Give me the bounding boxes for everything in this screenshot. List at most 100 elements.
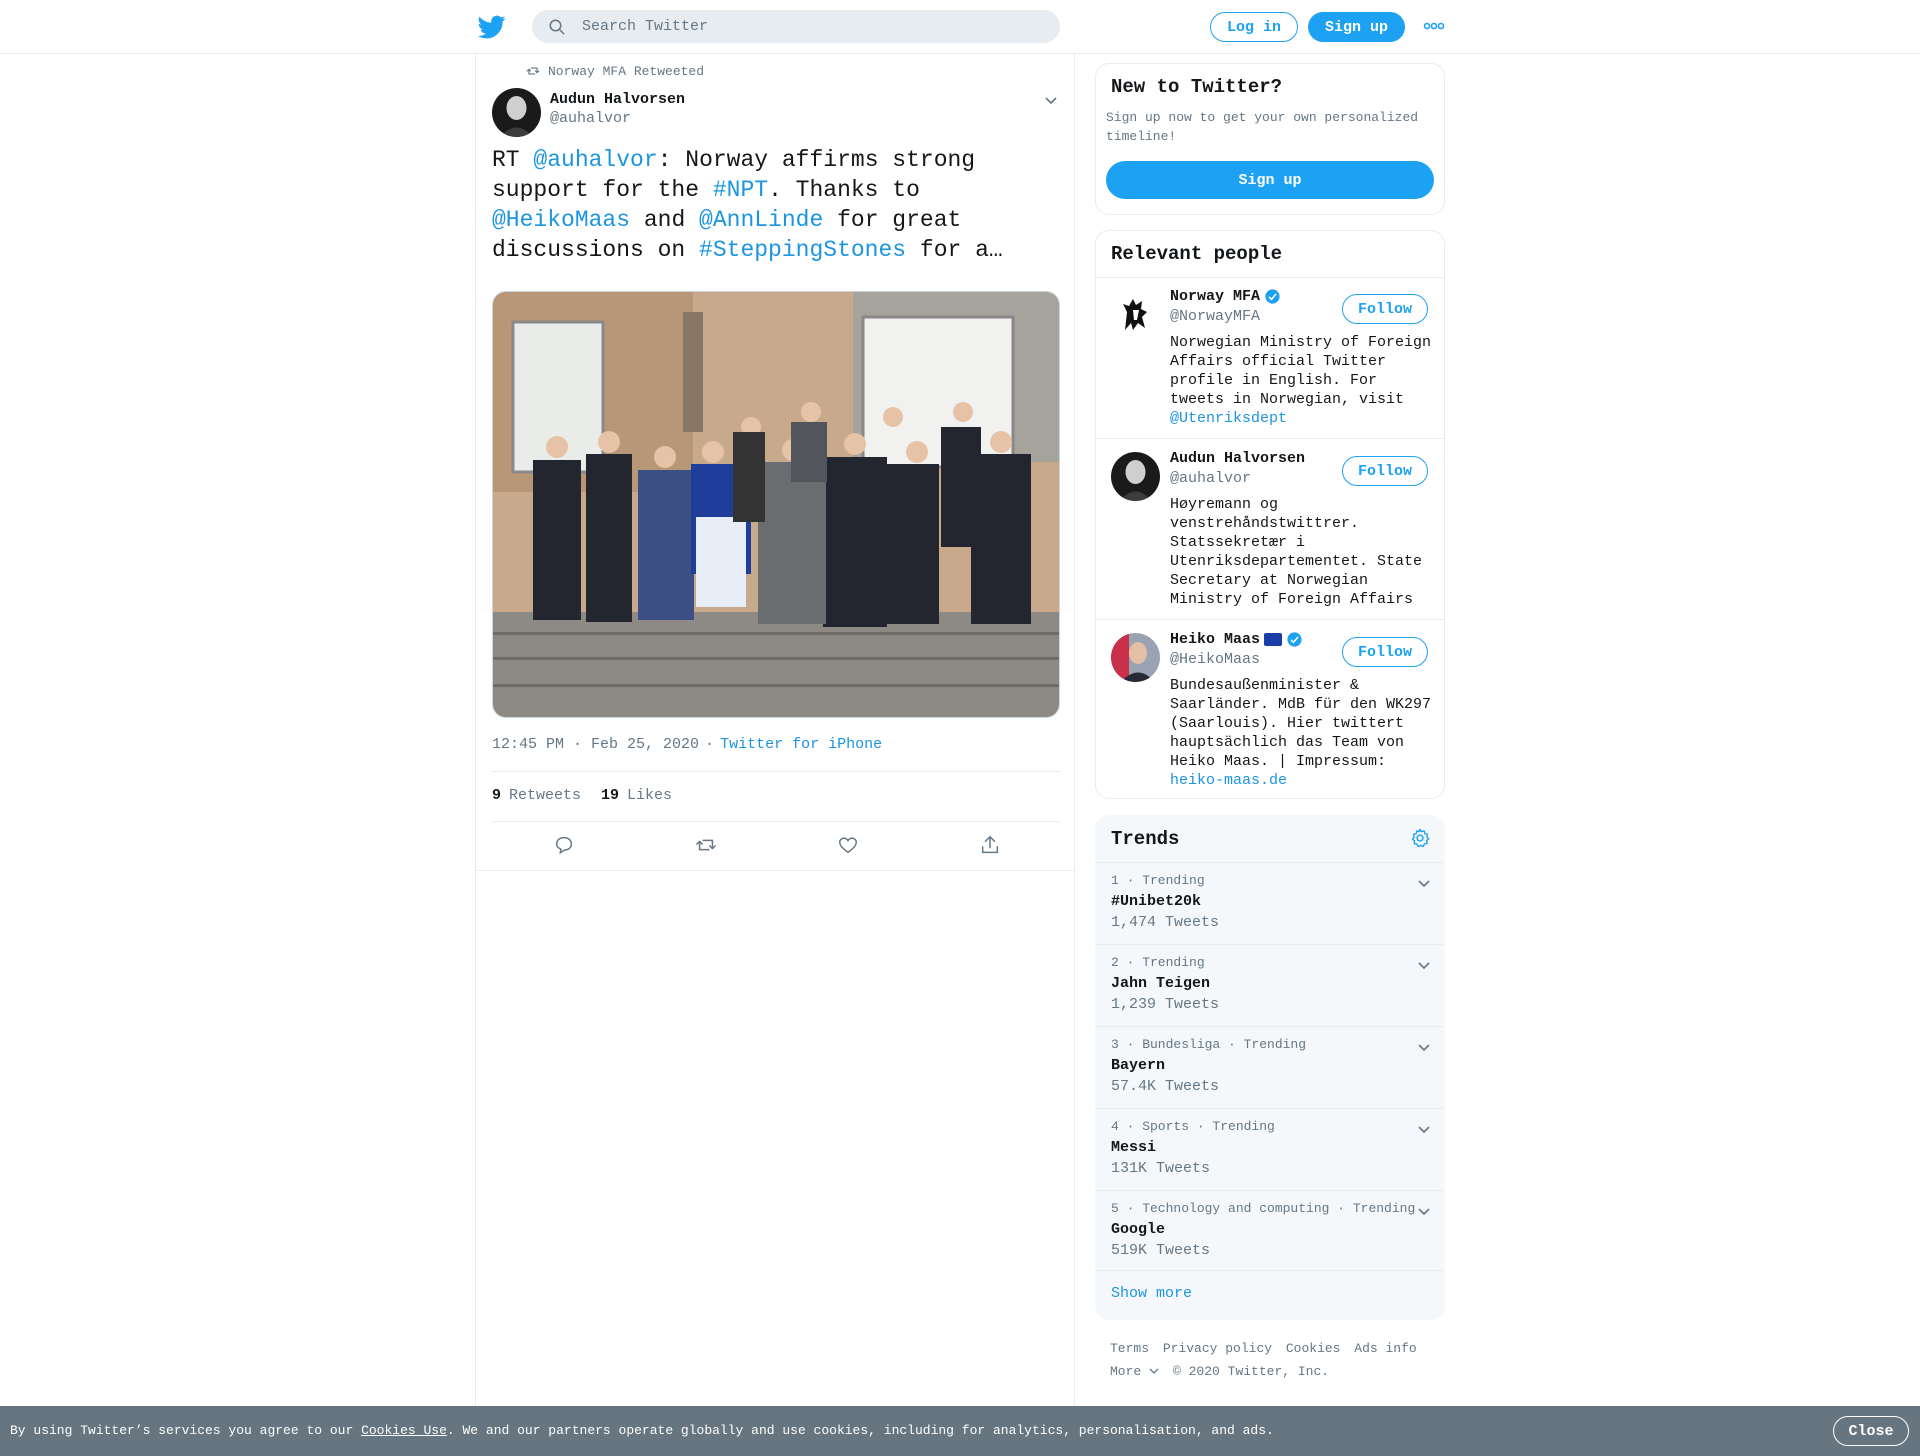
trend-name: Google [1111, 1221, 1166, 1238]
follow-button[interactable]: Follow [1342, 294, 1428, 324]
trend-item[interactable]: 1 · Trending #Unibet20k 1,474 Tweets [1096, 862, 1444, 944]
signup-button[interactable]: Sign up [1308, 12, 1405, 42]
retweeted-by-label[interactable]: Norway MFA Retweeted [548, 64, 704, 79]
author-name[interactable]: Audun Halvorsen [550, 91, 685, 108]
chevron-down-icon[interactable] [1416, 958, 1432, 974]
trend-name: Bayern [1111, 1057, 1166, 1074]
footer-more-link[interactable]: More [1110, 1364, 1159, 1379]
tweet-source-link[interactable]: Twitter for iPhone [720, 736, 882, 753]
tweet-text: RT @auhalvor: Norway affirms strong supp… [492, 145, 1060, 265]
tweet-text-link[interactable]: #NPT [713, 177, 768, 203]
trend-count: 519K Tweets [1111, 1242, 1211, 1259]
new-to-twitter-card: New to Twitter? Sign up now to get your … [1095, 63, 1445, 215]
bio-text: Norwegian Ministry of Foreign Affairs of… [1170, 334, 1432, 408]
bio-link[interactable]: heiko-maas.de [1170, 772, 1287, 789]
tweet-text-link[interactable]: @HeikoMaas [492, 207, 630, 233]
tweet-text-segment: RT [492, 147, 534, 173]
trend-meta: 4 · Sports · Trending [1111, 1119, 1275, 1134]
author-handle[interactable]: @auhalvor [550, 110, 631, 127]
footer-terms-link[interactable]: Terms [1110, 1341, 1149, 1356]
footer-cookies-link[interactable]: Cookies [1286, 1341, 1341, 1356]
person-bio: Høyremann og venstrehåndstwittrer. Stats… [1170, 495, 1438, 609]
trend-name: Messi [1111, 1139, 1157, 1156]
bio-text: Bundesaußenminister & Saarländer. MdB fü… [1170, 677, 1432, 770]
tweet-photo[interactable] [492, 291, 1060, 718]
cookie-text: By using Twitter’s services you agree to… [10, 1423, 1274, 1438]
tweet-timestamp[interactable]: 12:45 PM · Feb 25, 2020 [492, 736, 699, 753]
cookie-text-before: By using Twitter’s services you agree to… [10, 1423, 362, 1438]
reply-icon[interactable] [553, 834, 575, 856]
trend-meta: 3 · Bundesliga · Trending [1111, 1037, 1307, 1052]
person-name[interactable]: Norway MFA [1170, 288, 1260, 305]
trends-title: Trends [1111, 828, 1180, 850]
more-dots-icon[interactable] [1423, 18, 1445, 34]
chevron-down-icon[interactable] [1042, 92, 1060, 110]
meta-separator: · [705, 736, 715, 753]
cookies-use-link[interactable]: Cookies Use [361, 1423, 447, 1438]
person-bio: Norwegian Ministry of Foreign Affairs of… [1170, 333, 1438, 428]
sidebar-signup-button[interactable]: Sign up [1106, 161, 1434, 199]
avatar[interactable] [1111, 290, 1160, 339]
footer-copyright: © 2020 Twitter, Inc. [1173, 1364, 1330, 1379]
retweets-count: 9 [492, 787, 502, 804]
trend-count: 1,239 Tweets [1111, 996, 1220, 1013]
trend-item[interactable]: 3 · Bundesliga · Trending Bayern 57.4K T… [1096, 1026, 1444, 1108]
close-cookie-banner-button[interactable]: Close [1833, 1416, 1909, 1446]
person-bio: Bundesaußenminister & Saarländer. MdB fü… [1170, 676, 1438, 790]
person-norway-mfa[interactable]: Norway MFA @NorwayMFA Follow Norwegian M… [1096, 278, 1444, 439]
chevron-down-icon[interactable] [1416, 1204, 1432, 1220]
search-input[interactable] [582, 10, 1042, 43]
tweet-text-link[interactable]: @auhalvor [533, 147, 657, 173]
gear-icon[interactable] [1409, 827, 1431, 849]
footer-privacy-link[interactable]: Privacy policy [1163, 1341, 1272, 1356]
follow-button[interactable]: Follow [1342, 637, 1428, 667]
divider [492, 771, 1060, 772]
eu-flag-icon [1264, 633, 1283, 646]
trend-meta: 5 · Technology and computing · Trending [1111, 1201, 1416, 1216]
divider [1096, 1270, 1444, 1271]
trend-meta: 2 · Trending [1111, 955, 1205, 970]
trend-item[interactable]: 2 · Trending Jahn Teigen 1,239 Tweets [1096, 944, 1444, 1026]
chevron-down-icon[interactable] [1416, 876, 1432, 892]
chevron-down-icon[interactable] [1416, 1040, 1432, 1056]
likes-stat[interactable]: 19 Likes [601, 787, 672, 804]
retweet-icon[interactable] [695, 834, 717, 856]
tweet-text-link[interactable]: #SteppingStones [699, 237, 906, 263]
tweet-text-segment: and [630, 207, 700, 233]
person-audun-halvorsen[interactable]: Audun Halvorsen @auhalvor Follow Høyrema… [1096, 440, 1444, 620]
search-box[interactable] [532, 10, 1060, 43]
bio-link[interactable]: @Utenriksdept [1170, 410, 1287, 427]
chevron-down-icon[interactable] [1416, 1122, 1432, 1138]
person-handle[interactable]: @auhalvor [1170, 470, 1251, 487]
trend-name: Jahn Teigen [1111, 975, 1211, 992]
share-icon[interactable] [979, 834, 1001, 856]
retweets-stat[interactable]: 9 Retweets [492, 787, 581, 804]
trend-item[interactable]: 5 · Technology and computing · Trending … [1096, 1190, 1444, 1272]
person-handle[interactable]: @NorwayMFA [1170, 308, 1260, 325]
follow-button[interactable]: Follow [1342, 456, 1428, 486]
top-bar: Log in Sign up [0, 0, 1920, 54]
like-icon[interactable] [837, 834, 859, 856]
relevant-people-card: Relevant people Norway MFA @NorwayMFA Fo… [1095, 230, 1445, 799]
tweet-text-segment: for a… [906, 237, 1003, 263]
avatar[interactable] [1111, 452, 1160, 501]
trend-meta: 1 · Trending [1111, 873, 1205, 888]
trend-name: #Unibet20k [1111, 893, 1202, 910]
trends-card: Trends 1 · Trending #Unibet20k 1,474 Twe… [1095, 815, 1445, 1320]
tweet-meta: 12:45 PM · Feb 25, 2020 · Twitter for iP… [492, 736, 882, 753]
relevant-people-title: Relevant people [1111, 243, 1283, 265]
avatar[interactable] [1111, 633, 1160, 682]
likes-count: 19 [601, 787, 620, 804]
show-more-link[interactable]: Show more [1111, 1285, 1192, 1302]
person-name[interactable]: Audun Halvorsen [1170, 450, 1305, 467]
person-name[interactable]: Heiko Maas [1170, 631, 1260, 648]
person-handle[interactable]: @HeikoMaas [1170, 651, 1260, 668]
tweet-text-segment: . Thanks to [768, 177, 920, 203]
twitter-bird-icon[interactable] [478, 13, 506, 41]
author-avatar[interactable] [492, 88, 541, 137]
trend-item[interactable]: 4 · Sports · Trending Messi 131K Tweets [1096, 1108, 1444, 1190]
person-heiko-maas[interactable]: Heiko Maas @HeikoMaas Follow Bundesaußen… [1096, 621, 1444, 798]
login-button[interactable]: Log in [1210, 12, 1298, 42]
footer-ads-link[interactable]: Ads info [1354, 1341, 1416, 1356]
tweet-text-link[interactable]: @AnnLinde [699, 207, 823, 233]
